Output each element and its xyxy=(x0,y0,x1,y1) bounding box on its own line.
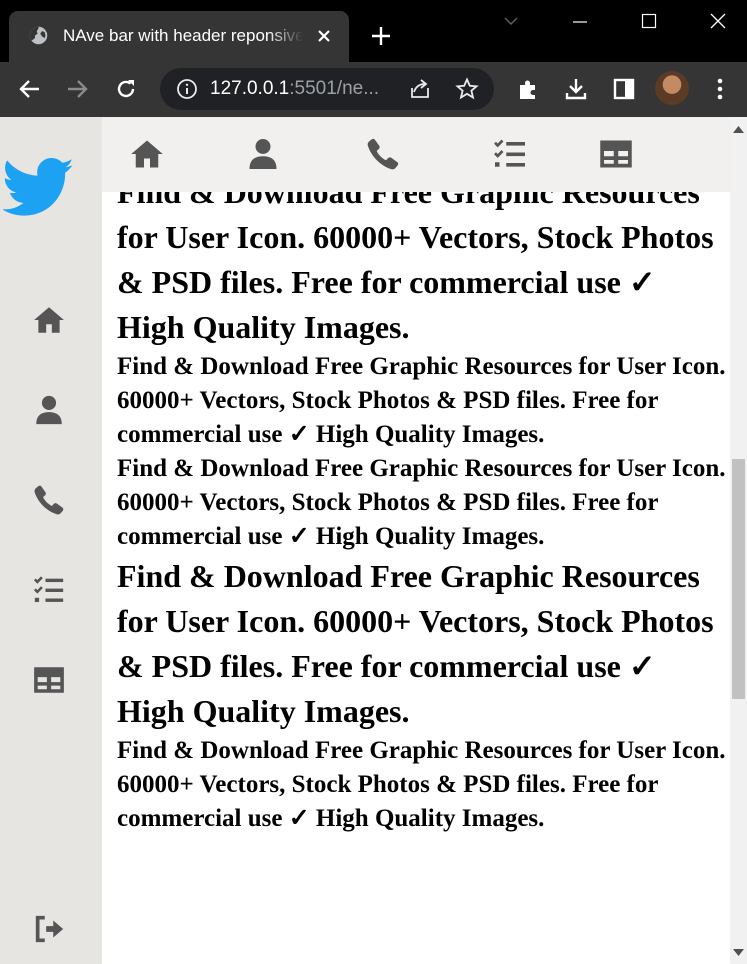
home-icon[interactable] xyxy=(32,303,66,337)
content-paragraph: Find & Download Free Graphic Resources f… xyxy=(117,174,714,345)
globe-icon xyxy=(29,26,48,45)
top-nav-bar xyxy=(102,117,730,192)
extensions-puzzle-icon[interactable] xyxy=(516,77,540,101)
phone-icon[interactable] xyxy=(365,136,401,172)
tab-close-icon[interactable] xyxy=(315,27,333,45)
profile-avatar[interactable] xyxy=(655,71,689,105)
scroll-up-arrow-icon[interactable] xyxy=(733,125,744,133)
browser-tab-strip: NAve bar with header reponsive xyxy=(0,0,747,62)
tab-title: NAve bar with header reponsive xyxy=(63,26,303,45)
side-panel-icon[interactable] xyxy=(612,77,636,101)
share-icon[interactable] xyxy=(408,77,432,101)
home-icon[interactable] xyxy=(129,136,165,172)
content-paragraph: Find & Download Free Graphic Resources f… xyxy=(117,353,726,448)
minimize-icon[interactable] xyxy=(572,14,588,30)
star-icon[interactable] xyxy=(455,77,479,101)
browser-toolbar: 127.0.0.1:5501/ne... xyxy=(0,62,747,117)
scrollbar-thumb[interactable] xyxy=(732,459,745,699)
sign-out-icon[interactable] xyxy=(32,912,66,946)
chevron-down-icon[interactable] xyxy=(503,13,519,29)
address-bar[interactable]: 127.0.0.1:5501/ne... xyxy=(160,68,494,110)
phone-icon[interactable] xyxy=(32,483,66,517)
page-scrollbar[interactable] xyxy=(730,117,747,964)
checklist-icon[interactable] xyxy=(492,136,528,172)
scroll-down-arrow-icon[interactable] xyxy=(733,949,744,957)
close-icon[interactable] xyxy=(709,12,727,30)
table-icon[interactable] xyxy=(32,663,66,697)
back-arrow-icon[interactable] xyxy=(18,77,42,101)
content-paragraph: Find & Download Free Graphic Resources f… xyxy=(117,737,726,832)
url-path: :5501/ne... xyxy=(289,78,380,99)
sidebar xyxy=(0,117,102,964)
info-icon[interactable] xyxy=(176,78,198,100)
user-icon[interactable] xyxy=(32,393,66,427)
url-host: 127.0.0.1 xyxy=(210,78,290,99)
maximize-icon[interactable] xyxy=(641,13,657,29)
new-tab-plus-icon[interactable] xyxy=(370,25,392,47)
user-icon[interactable] xyxy=(245,136,281,172)
content-paragraph: Find & Download Free Graphic Resources f… xyxy=(117,558,714,729)
forward-arrow-icon[interactable] xyxy=(65,77,89,101)
download-icon[interactable] xyxy=(564,77,588,101)
checklist-icon[interactable] xyxy=(32,573,66,607)
more-menu-icon[interactable] xyxy=(708,77,732,101)
page-viewport: Find & Download Free Graphic Resources f… xyxy=(0,117,730,964)
reload-icon[interactable] xyxy=(114,77,138,101)
twitter-bird-icon[interactable] xyxy=(3,157,75,219)
table-icon[interactable] xyxy=(598,136,634,172)
content-paragraph: Find & Download Free Graphic Resources f… xyxy=(117,455,726,550)
main-content: Find & Download Free Graphic Resources f… xyxy=(117,170,727,836)
url-text[interactable]: 127.0.0.1:5501/ne... xyxy=(210,77,379,101)
browser-tab[interactable]: NAve bar with header reponsive xyxy=(9,11,349,62)
